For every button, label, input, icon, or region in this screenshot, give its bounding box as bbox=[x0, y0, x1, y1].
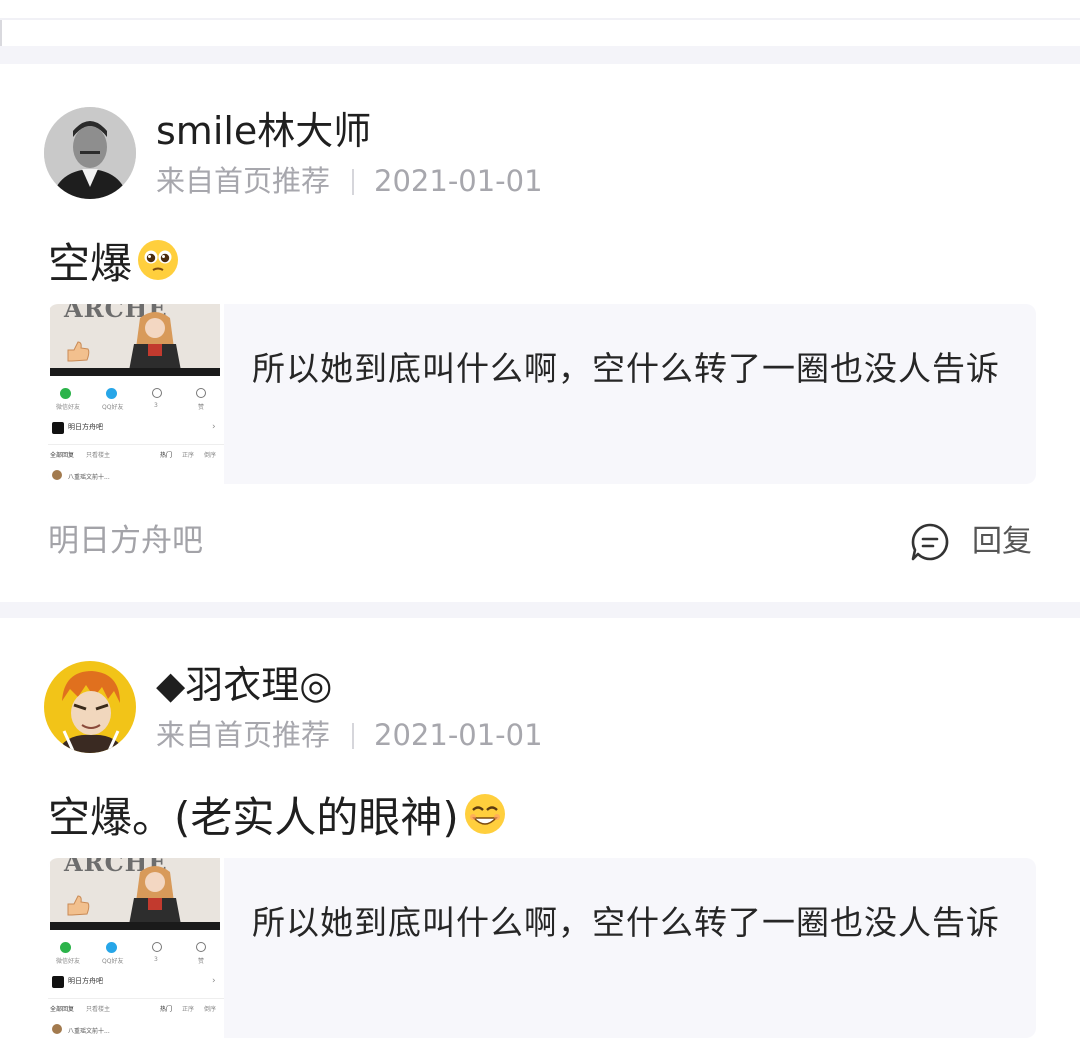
reply-button[interactable]: 回复 bbox=[910, 522, 1032, 562]
share-row: 微信好友 QQ好友 3 赞 bbox=[56, 388, 216, 412]
thumbnail-tab: 正序 bbox=[182, 1006, 195, 1013]
thumbnail-tab: 只看楼主 bbox=[86, 452, 111, 459]
post-content[interactable]: 空爆 bbox=[48, 238, 180, 289]
forum-link[interactable]: 明日方舟吧 bbox=[48, 526, 203, 557]
feed-card[interactable]: smile林大师 来自首页推荐 2021-01-01 空爆 ARCHE 微信好友… bbox=[0, 64, 1080, 602]
feed-divider bbox=[0, 46, 1080, 64]
chevron-right-icon: › bbox=[212, 422, 216, 432]
thumbnail-forum-name: 明日方舟吧 bbox=[68, 423, 103, 431]
user-avatar[interactable] bbox=[44, 107, 136, 199]
post-content-text: 空爆 bbox=[48, 238, 133, 288]
username[interactable]: smile林大师 bbox=[156, 112, 371, 150]
thumbnail-tab: 正序 bbox=[182, 452, 195, 459]
wechat-icon bbox=[60, 942, 71, 953]
anime-character-avatar-icon bbox=[44, 661, 136, 753]
meta-separator bbox=[352, 168, 355, 195]
thumbnail-bar bbox=[50, 368, 220, 376]
thumbnail-banner: ARCHE bbox=[50, 858, 220, 930]
thumbnail-tab: 热门 bbox=[160, 1006, 173, 1013]
thread-thumbnail: ARCHE 微信好友 QQ好友 3 赞 明日方舟吧 › 全部回复 只看楼主 热门… bbox=[48, 858, 224, 1038]
share-label: 赞 bbox=[198, 404, 205, 411]
share-label: 3 bbox=[154, 402, 158, 409]
thumbnail-tab: 倒序 bbox=[204, 452, 217, 459]
feed-card[interactable]: ◆羽衣理◎ 来自首页推荐 2021-01-01 空爆。(老实人的眼神) ARCH… bbox=[0, 618, 1080, 1047]
user-avatar[interactable] bbox=[44, 661, 136, 753]
forum-logo-icon bbox=[52, 976, 64, 988]
character-figure-icon bbox=[128, 866, 182, 930]
thumbnail-divider bbox=[48, 998, 224, 999]
dislike-icon bbox=[196, 388, 206, 398]
post-source: 来自首页推荐 bbox=[156, 718, 331, 752]
quoted-thread-text: 所以她到底叫什么啊，空什么转了一圈也没人告诉 bbox=[252, 349, 1000, 388]
like-icon bbox=[152, 942, 162, 952]
quoted-thread-text: 所以她到底叫什么啊，空什么转了一圈也没人告诉 bbox=[252, 903, 1000, 942]
reply-label: 回复 bbox=[972, 524, 1032, 559]
thumbnail-tab: 全部回复 bbox=[50, 1006, 75, 1013]
dislike-icon bbox=[196, 942, 206, 952]
qq-icon bbox=[106, 942, 117, 953]
character-figure-icon bbox=[128, 312, 182, 376]
chevron-right-icon: › bbox=[212, 976, 216, 986]
post-content-text: 空爆。(老实人的眼神) bbox=[48, 792, 459, 842]
thumbs-up-hand-icon bbox=[67, 341, 90, 362]
like-icon bbox=[152, 388, 162, 398]
smiling-face-icon bbox=[463, 792, 507, 843]
thumbs-up-hand-icon bbox=[67, 895, 90, 916]
comment-avatar-icon bbox=[52, 1024, 62, 1034]
post-meta: 来自首页推荐 2021-01-01 bbox=[156, 721, 543, 750]
share-label: 微信好友 bbox=[56, 404, 81, 411]
post-meta: 来自首页推荐 2021-01-01 bbox=[156, 167, 543, 196]
thumbnail-comment: 八重瑶文前十... bbox=[68, 474, 110, 481]
thumbnail-forum-name: 明日方舟吧 bbox=[68, 977, 103, 985]
share-label: 微信好友 bbox=[56, 958, 81, 965]
quoted-thread[interactable]: ARCHE 微信好友 QQ好友 3 赞 明日方舟吧 › 全部回复 只看楼主 热门… bbox=[48, 858, 1036, 1038]
quoted-thread[interactable]: ARCHE 微信好友 QQ好友 3 赞 明日方舟吧 › 全部回复 只看楼主 热门… bbox=[48, 304, 1036, 484]
comment-avatar-icon bbox=[52, 470, 62, 480]
wechat-icon bbox=[60, 388, 71, 399]
pleading-face-icon bbox=[136, 238, 180, 289]
post-date: 2021-01-01 bbox=[374, 164, 543, 198]
meta-separator bbox=[352, 722, 355, 749]
portrait-avatar-icon bbox=[44, 107, 136, 199]
share-label: 赞 bbox=[198, 958, 205, 965]
share-row: 微信好友 QQ好友 3 赞 bbox=[56, 942, 216, 966]
qq-icon bbox=[106, 388, 117, 399]
post-source: 来自首页推荐 bbox=[156, 164, 331, 198]
thumbnail-tab: 热门 bbox=[160, 452, 173, 459]
thumbnail-tab: 全部回复 bbox=[50, 452, 75, 459]
username[interactable]: ◆羽衣理◎ bbox=[156, 666, 332, 704]
thumbnail-banner: ARCHE bbox=[50, 304, 220, 376]
previous-card-bottom bbox=[0, 0, 1080, 20]
post-date: 2021-01-01 bbox=[374, 718, 543, 752]
thumbnail-comment: 八重瑶文前十... bbox=[68, 1028, 110, 1035]
share-label: 3 bbox=[154, 956, 158, 963]
post-content[interactable]: 空爆。(老实人的眼神) bbox=[48, 792, 507, 843]
comment-bubble-icon bbox=[911, 523, 949, 561]
share-label: QQ好友 bbox=[102, 958, 124, 965]
thumbnail-tab: 倒序 bbox=[204, 1006, 217, 1013]
thumbnail-divider bbox=[48, 444, 224, 445]
thread-thumbnail: ARCHE 微信好友 QQ好友 3 赞 明日方舟吧 › 全部回复 只看楼主 热门… bbox=[48, 304, 224, 484]
feed-divider bbox=[0, 602, 1080, 618]
share-label: QQ好友 bbox=[102, 404, 124, 411]
forum-logo-icon bbox=[52, 422, 64, 434]
thumbnail-bar bbox=[50, 922, 220, 930]
thumbnail-tab: 只看楼主 bbox=[86, 1006, 111, 1013]
